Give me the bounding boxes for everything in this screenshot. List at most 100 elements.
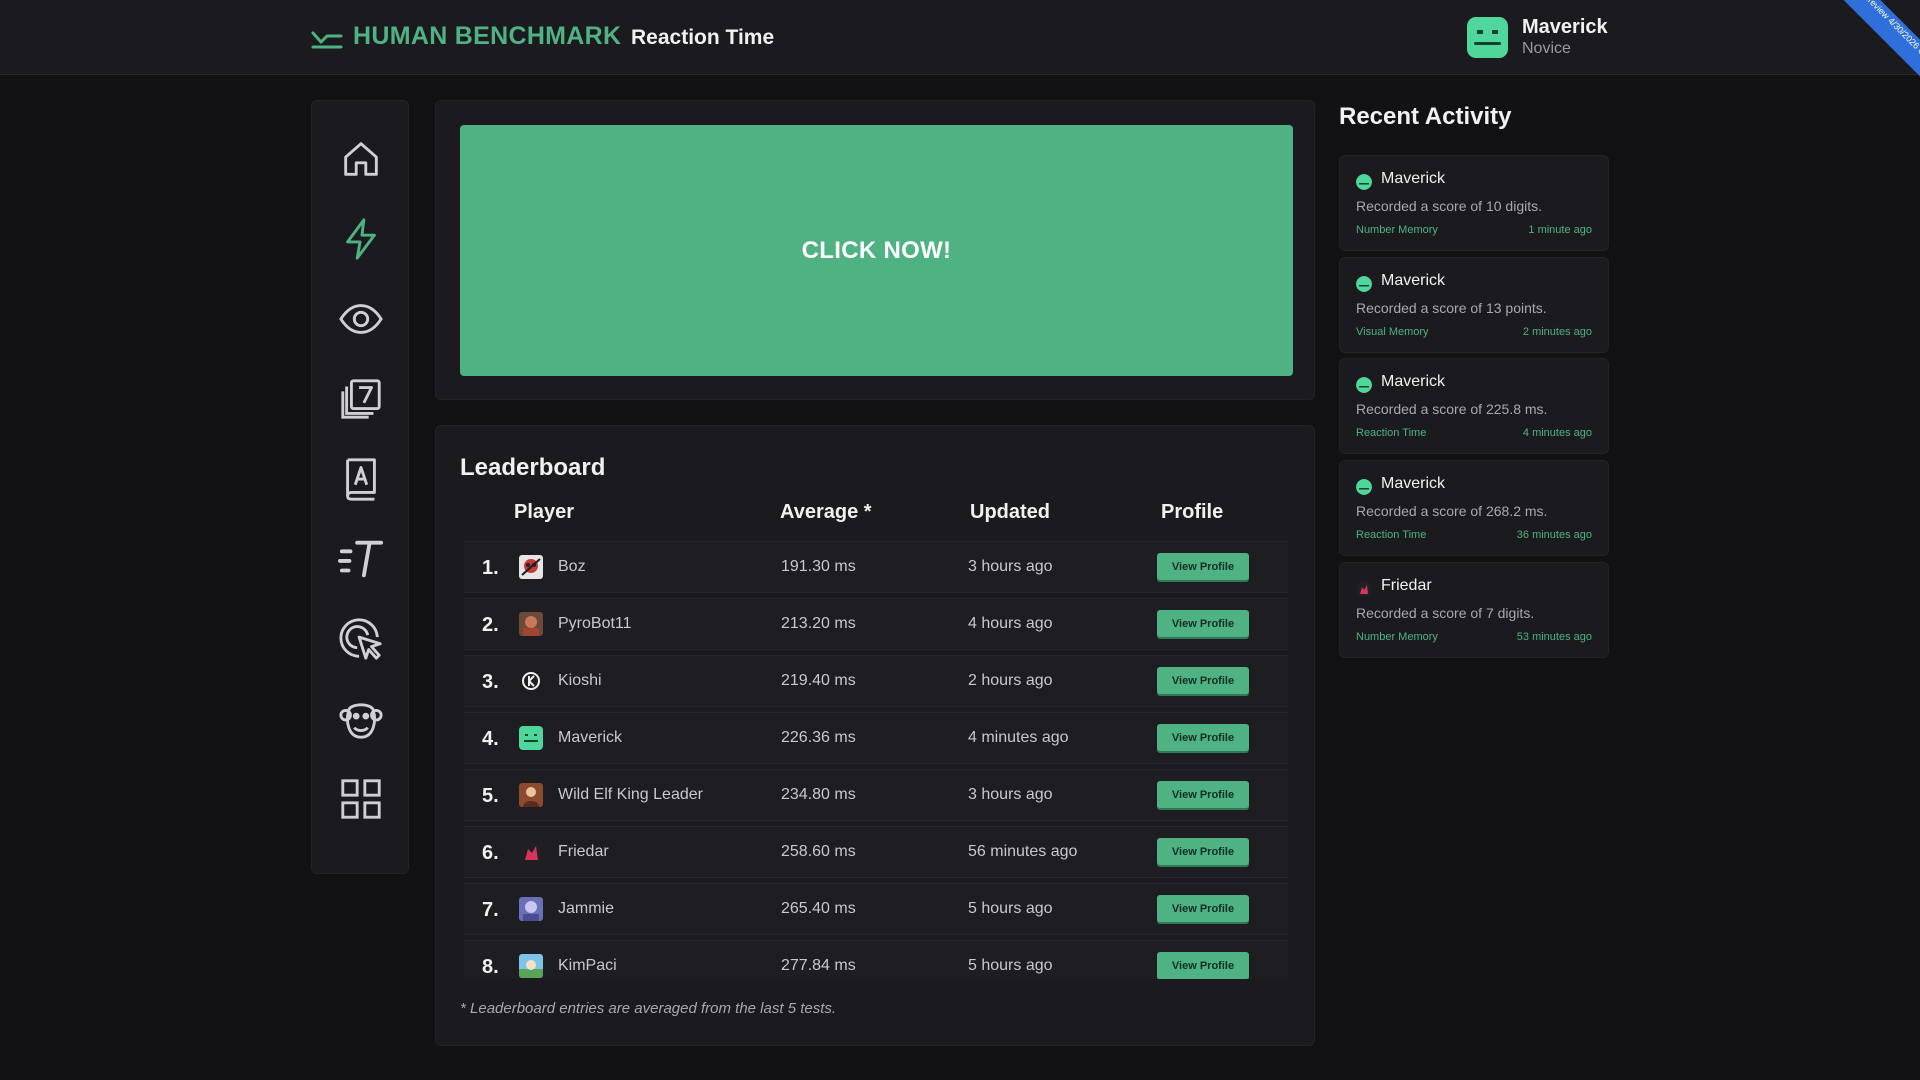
table-row: 8. KimPaci 277.84 ms 5 hours ago View Pr…	[464, 940, 1288, 979]
nav-verbal-memory[interactable]	[337, 455, 385, 503]
avatar	[519, 897, 543, 921]
rank: 1.	[482, 557, 499, 579]
table-row: 1. Boz 191.30 ms 3 hours ago View Profil…	[464, 541, 1288, 593]
view-profile-button[interactable]: View Profile	[1157, 724, 1249, 751]
avatar	[1356, 581, 1372, 597]
avatar	[1356, 479, 1372, 495]
avatar	[519, 612, 543, 636]
activity-test[interactable]: Reaction Time	[1356, 427, 1426, 439]
nav-typing[interactable]	[337, 535, 385, 583]
rank: 3.	[482, 671, 499, 693]
view-profile-button[interactable]: View Profile	[1157, 952, 1249, 979]
avatar	[519, 726, 543, 750]
player-name[interactable]: KimPaci	[558, 957, 617, 975]
leaderboard-list[interactable]: 1. Boz 191.30 ms 3 hours ago View Profil…	[464, 541, 1288, 979]
activity-time: 53 minutes ago	[1516, 631, 1592, 643]
activity-item[interactable]: Friedar Recorded a score of 7 digits. Nu…	[1339, 562, 1609, 658]
avatar	[1356, 276, 1372, 292]
activity-test[interactable]: Number Memory	[1356, 631, 1438, 643]
user-menu[interactable]: Maverick Novice	[1467, 15, 1608, 59]
player-name[interactable]: Maverick	[558, 729, 622, 747]
recent-activity-title: Recent Activity	[1339, 103, 1512, 130]
activity-user: Friedar	[1381, 577, 1432, 594]
view-profile-button[interactable]: View Profile	[1157, 667, 1249, 694]
player-name[interactable]: Jammie	[558, 900, 614, 918]
activity-text: Recorded a score of 268.2 ms.	[1356, 503, 1548, 519]
table-row: 2. PyroBot11 213.20 ms 4 hours ago View …	[464, 598, 1288, 650]
leaderboard-title: Leaderboard	[460, 454, 606, 481]
avatar	[519, 954, 543, 978]
rank: 8.	[482, 956, 499, 978]
activity-user: Maverick	[1381, 272, 1446, 289]
player-name[interactable]: Boz	[558, 558, 586, 576]
avatar	[519, 669, 543, 693]
view-profile-button[interactable]: View Profile	[1157, 781, 1249, 808]
activity-item[interactable]: Maverick Recorded a score of 13 points. …	[1339, 257, 1609, 353]
nav-home[interactable]	[337, 135, 385, 183]
activity-test[interactable]: Visual Memory	[1356, 326, 1429, 338]
dev-preview-ribbon: dev preview 4/30/2026 0.1	[1817, 0, 1920, 95]
nav-all-tests[interactable]	[337, 775, 385, 823]
player-name[interactable]: Friedar	[558, 843, 609, 861]
number-memory-icon	[341, 379, 381, 419]
activity-item[interactable]: Maverick Recorded a score of 225.8 ms. R…	[1339, 358, 1609, 454]
activity-text: Recorded a score of 225.8 ms.	[1356, 401, 1548, 417]
grid-icon	[341, 779, 381, 819]
average-score: 191.30 ms	[781, 558, 856, 575]
activity-test[interactable]: Reaction Time	[1356, 529, 1426, 541]
activity-text: Recorded a score of 13 points.	[1356, 300, 1547, 316]
table-row: 4. Maverick 226.36 ms 4 minutes ago View…	[464, 712, 1288, 764]
updated-time: 5 hours ago	[968, 900, 1053, 917]
rank: 4.	[482, 728, 499, 750]
view-profile-button[interactable]: View Profile	[1157, 553, 1249, 580]
player-name[interactable]: PyroBot11	[558, 615, 632, 633]
view-profile-button[interactable]: View Profile	[1157, 610, 1249, 637]
page-title: Reaction Time	[631, 26, 775, 49]
activity-item[interactable]: Maverick Recorded a score of 10 digits. …	[1339, 155, 1609, 251]
average-score: 234.80 ms	[781, 786, 856, 803]
top-bar: HUMAN BENCHMARK Reaction Time Maverick N…	[0, 0, 1920, 95]
activity-item[interactable]: Maverick Recorded a score of 268.2 ms. R…	[1339, 460, 1609, 556]
table-row: 7. Jammie 265.40 ms 5 hours ago View Pro…	[464, 883, 1288, 935]
chimp-icon	[339, 703, 383, 739]
aim-icon	[339, 618, 382, 660]
user-rank: Novice	[1522, 40, 1571, 57]
test-card: CLICK NOW!	[435, 100, 1315, 400]
nav-number-memory[interactable]	[337, 375, 385, 423]
updated-time: 5 hours ago	[968, 957, 1053, 974]
activity-time: 1 minute ago	[1528, 224, 1592, 236]
verbal-memory-icon	[346, 458, 376, 501]
leaderboard-note: * Leaderboard entries are averaged from …	[460, 1000, 837, 1017]
logo-icon	[311, 31, 343, 48]
activity-test[interactable]: Number Memory	[1356, 224, 1438, 236]
updated-time: 2 hours ago	[968, 672, 1053, 689]
view-profile-button[interactable]: View Profile	[1157, 895, 1249, 922]
activity-time: 2 minutes ago	[1522, 326, 1592, 338]
average-score: 219.40 ms	[781, 672, 856, 689]
logo[interactable]: HUMAN BENCHMARK	[311, 22, 621, 51]
avatar	[519, 840, 543, 864]
lightning-icon	[346, 218, 376, 260]
column-header-profile: Profile	[1161, 501, 1224, 523]
test-prompt: CLICK NOW!	[801, 236, 952, 264]
avatar	[1356, 377, 1372, 393]
avatar	[1356, 174, 1372, 190]
view-profile-button[interactable]: View Profile	[1157, 838, 1249, 865]
nav-visual-memory[interactable]	[337, 295, 385, 343]
eye-icon	[339, 304, 383, 334]
table-row: 3. Kioshi 219.40 ms 2 hours ago View Pro…	[464, 655, 1288, 707]
rank: 5.	[482, 785, 499, 807]
nav-reaction-time[interactable]	[337, 215, 385, 263]
activity-time: 4 minutes ago	[1522, 427, 1592, 439]
updated-time: 3 hours ago	[968, 558, 1053, 575]
average-score: 258.60 ms	[781, 843, 856, 860]
nav-aim-trainer[interactable]	[337, 615, 385, 663]
activity-user: Maverick	[1381, 475, 1446, 492]
player-name[interactable]: Kioshi	[558, 672, 602, 690]
column-header-average: Average *	[780, 501, 872, 523]
activity-text: Recorded a score of 10 digits.	[1356, 198, 1542, 214]
nav-chimp-test[interactable]	[337, 695, 385, 743]
reaction-click-area[interactable]: CLICK NOW!	[460, 125, 1293, 376]
user-name: Maverick	[1522, 16, 1608, 38]
player-name[interactable]: Wild Elf King Leader	[558, 786, 703, 804]
